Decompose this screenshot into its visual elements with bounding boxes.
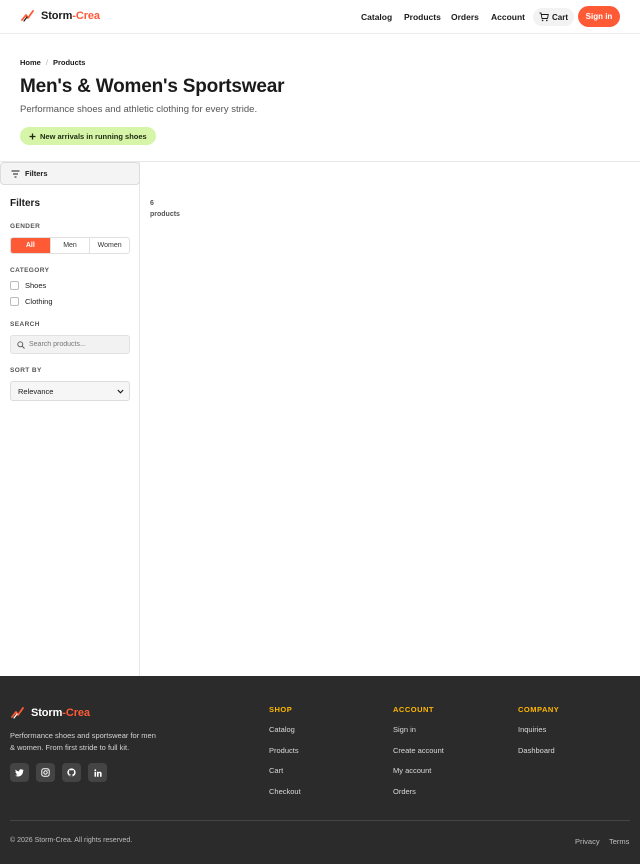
linkedin-icon <box>93 768 102 777</box>
nav-catalog[interactable]: Catalog <box>361 12 392 22</box>
footer-copyright: © 2026 Storm-Crea. All rights reserved. <box>10 837 133 844</box>
nav-products[interactable]: Products <box>404 12 441 22</box>
gender-option-men[interactable]: Men <box>51 238 91 253</box>
social-links <box>10 763 107 782</box>
site-header: Storm-Crea Catalog Products Orders Accou… <box>0 0 640 34</box>
search-icon <box>17 340 25 349</box>
gender-option-all[interactable]: All <box>11 238 51 253</box>
footer-link-my-account[interactable]: My account <box>393 766 444 775</box>
bolt-logo-icon <box>21 10 34 22</box>
category-option-clothing[interactable]: Clothing <box>10 297 53 306</box>
cart-icon <box>539 12 549 22</box>
breadcrumb-home[interactable]: Home <box>20 58 41 67</box>
product-count-label: products <box>150 211 180 218</box>
filters-heading: Filters <box>10 198 41 209</box>
footer-column-company: COMPANY Inquiries Dashboard <box>518 705 559 766</box>
chevron-down-icon <box>117 389 124 394</box>
instagram-link[interactable] <box>36 763 55 782</box>
gender-segmented-control: All Men Women <box>10 237 130 254</box>
brand-logo[interactable]: Storm-Crea <box>21 9 100 23</box>
plus-icon <box>29 133 36 139</box>
product-count-number: 6 <box>150 200 154 207</box>
category-option-label: Clothing <box>25 297 53 306</box>
category-option-shoes[interactable]: Shoes <box>10 281 46 290</box>
checkbox[interactable] <box>10 281 19 290</box>
sort-label: SORT BY <box>10 367 42 374</box>
twitter-icon <box>15 768 24 776</box>
page-subtitle: Performance shoes and athletic clothing … <box>20 104 258 115</box>
brand-name: Storm-Crea <box>41 10 100 22</box>
signin-button[interactable]: Sign in <box>578 6 620 27</box>
footer-column-title: ACCOUNT <box>393 705 434 714</box>
footer-column-account: ACCOUNT Sign in Create account My accoun… <box>393 705 444 807</box>
footer-brand-name: Storm-Crea <box>31 707 90 719</box>
filters-toggle-button[interactable]: Filters <box>0 162 140 185</box>
instagram-icon <box>41 768 50 777</box>
search-input[interactable] <box>29 341 124 348</box>
twitter-link[interactable] <box>10 763 29 782</box>
footer-link-terms[interactable]: Terms <box>609 837 629 846</box>
github-icon <box>67 768 76 777</box>
filter-sidebar: Filters Filters GENDER All Men Women CAT… <box>0 162 140 676</box>
promo-text: New arrivals in running shoes <box>40 131 147 141</box>
footer-link-dashboard[interactable]: Dashboard <box>518 746 559 755</box>
nav-orders[interactable]: Orders <box>451 12 479 22</box>
linkedin-link[interactable] <box>88 763 107 782</box>
footer-column-title: SHOP <box>269 705 293 714</box>
filter-lines-icon <box>11 170 20 177</box>
footer-brand-logo[interactable]: Storm-Crea <box>11 706 90 720</box>
footer-link-catalog[interactable]: Catalog <box>269 725 301 734</box>
sort-value: Relevance <box>18 386 54 396</box>
footer-divider <box>10 820 630 821</box>
page-title: Men's & Women's Sportswear <box>20 76 285 97</box>
breadcrumb: Home / Products <box>20 58 85 67</box>
footer-link-sign-in[interactable]: Sign in <box>393 725 444 734</box>
footer-link-cart[interactable]: Cart <box>269 766 301 775</box>
footer-link-orders[interactable]: Orders <box>393 787 444 796</box>
site-footer: Storm-Crea Performance shoes and sportsw… <box>0 676 640 864</box>
breadcrumb-current: Products <box>52 58 86 67</box>
promo-badge[interactable]: New arrivals in running shoes <box>20 127 156 145</box>
footer-description: Performance shoes and sportswear for men… <box>10 731 156 752</box>
footer-link-checkout[interactable]: Checkout <box>269 787 301 796</box>
sort-select[interactable]: Relevance <box>10 381 130 401</box>
gender-label: GENDER <box>10 223 41 230</box>
search-label: SEARCH <box>10 321 40 328</box>
category-option-label: Shoes <box>25 281 47 290</box>
nav-account[interactable]: Account <box>491 12 525 22</box>
product-count: 6 products <box>150 198 190 220</box>
search-field[interactable] <box>10 335 130 354</box>
footer-link-privacy[interactable]: Privacy <box>575 837 600 846</box>
footer-link-create-account[interactable]: Create account <box>393 746 444 755</box>
cart-label: Cart <box>551 12 568 22</box>
breadcrumb-separator: / <box>45 58 48 67</box>
bolt-logo-icon <box>11 707 24 719</box>
cart-button[interactable]: Cart <box>533 8 574 26</box>
footer-column-title: COMPANY <box>518 705 560 714</box>
footer-link-inquiries[interactable]: Inquiries <box>518 725 559 734</box>
checkbox[interactable] <box>10 297 19 306</box>
gender-option-women[interactable]: Women <box>90 238 129 253</box>
filters-toggle-label: Filters <box>25 169 48 178</box>
footer-column-shop: SHOP Catalog Products Cart Checkout <box>269 705 301 807</box>
category-label: CATEGORY <box>10 267 50 274</box>
github-link[interactable] <box>62 763 81 782</box>
footer-link-products[interactable]: Products <box>269 746 301 755</box>
